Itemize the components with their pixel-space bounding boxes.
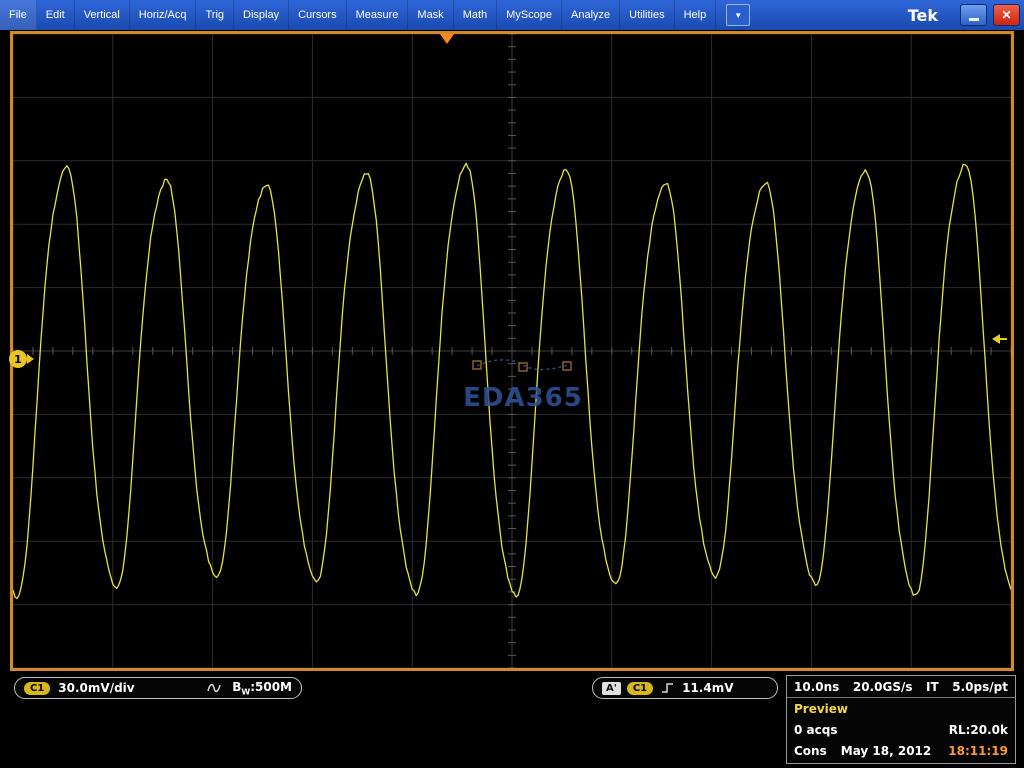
channel1-bandwidth: BW:500M	[232, 679, 292, 697]
sample-rate-value: 20.0GS/s	[852, 679, 913, 694]
scope-display: 1 EDA365	[9, 31, 1014, 671]
trigger-position-marker[interactable]	[440, 34, 455, 44]
resolution-value: 5.0ps/pt	[952, 679, 1008, 694]
menu-more-button[interactable]: ▼	[726, 4, 751, 26]
horizontal-readout-row: 10.0ns 20.0GS/s IT 5.0ps/pt	[787, 676, 1015, 698]
tek-logo: Tek	[907, 5, 938, 25]
minimize-button[interactable]	[960, 4, 987, 26]
menu-vertical[interactable]: Vertical	[75, 0, 130, 30]
cons-label: Cons	[794, 743, 827, 758]
trigger-level-arrow-shaft	[1000, 338, 1007, 340]
menu-myscope[interactable]: MyScope	[497, 0, 563, 30]
menu-trig[interactable]: Trig	[196, 0, 235, 30]
menu-help[interactable]: Help	[675, 0, 717, 30]
preview-row: Preview	[787, 698, 1015, 719]
time-value: 18:11:19	[948, 743, 1008, 758]
preview-status: Preview	[794, 701, 849, 716]
chevron-down-icon: ▼	[734, 10, 743, 20]
channel1-marker-arrow-icon	[27, 354, 34, 364]
trigger-level-value: 11.4mV	[682, 681, 734, 695]
channel1-marker-label: 1	[9, 350, 27, 368]
oscilloscope-app: File Edit Vertical Horiz/Acq Trig Displa…	[0, 0, 1024, 768]
acquisition-panel[interactable]: 10.0ns 20.0GS/s IT 5.0ps/pt Preview 0 ac…	[786, 675, 1016, 764]
menu-utilities[interactable]: Utilities	[620, 0, 675, 30]
datetime-row: Cons May 18, 2012 18:11:19	[787, 740, 1015, 761]
channel1-position-marker[interactable]: 1	[9, 350, 34, 368]
menu-file[interactable]: File	[0, 0, 37, 30]
acq-count-row: 0 acqs RL:20.0k	[787, 719, 1015, 740]
channel1-readout[interactable]: C1 30.0mV/div BW:500M	[14, 677, 302, 699]
menu-measure[interactable]: Measure	[347, 0, 409, 30]
channel1-badge: C1	[24, 681, 51, 695]
sampling-mode: IT	[926, 679, 939, 694]
trigger-level-arrow-icon	[992, 334, 1000, 344]
channel1-scale: 30.0mV/div	[58, 681, 135, 695]
record-length: RL:20.0k	[948, 722, 1008, 737]
close-icon: ✕	[1001, 8, 1012, 22]
minimize-icon	[968, 17, 979, 21]
menu-edit[interactable]: Edit	[37, 0, 75, 30]
trigger-level-arrow[interactable]	[992, 334, 1007, 344]
menu-math[interactable]: Math	[454, 0, 498, 30]
close-button[interactable]: ✕	[993, 4, 1020, 26]
coupling-icon	[207, 683, 221, 693]
menu-display[interactable]: Display	[234, 0, 290, 30]
menu-analyze[interactable]: Analyze	[562, 0, 621, 30]
trigger-readout[interactable]: A' C1 11.4mV	[592, 677, 778, 699]
menu-bar: File Edit Vertical Horiz/Acq Trig Displa…	[0, 0, 1024, 30]
timebase-value: 10.0ns	[794, 679, 840, 694]
rising-edge-icon	[662, 683, 674, 693]
readout-bar: C1 30.0mV/div BW:500M A' C1 11.4mV 10.0n…	[0, 675, 1024, 768]
menu-horiz-acq[interactable]: Horiz/Acq	[130, 0, 197, 30]
menu-cursors[interactable]: Cursors	[289, 0, 347, 30]
trigger-a-badge: A'	[602, 681, 621, 695]
graticule-and-waveform	[13, 34, 1011, 668]
date-value: May 18, 2012	[840, 743, 932, 758]
menu-mask[interactable]: Mask	[408, 0, 454, 30]
trigger-source-badge: C1	[626, 681, 654, 695]
acq-count: 0 acqs	[794, 722, 838, 737]
